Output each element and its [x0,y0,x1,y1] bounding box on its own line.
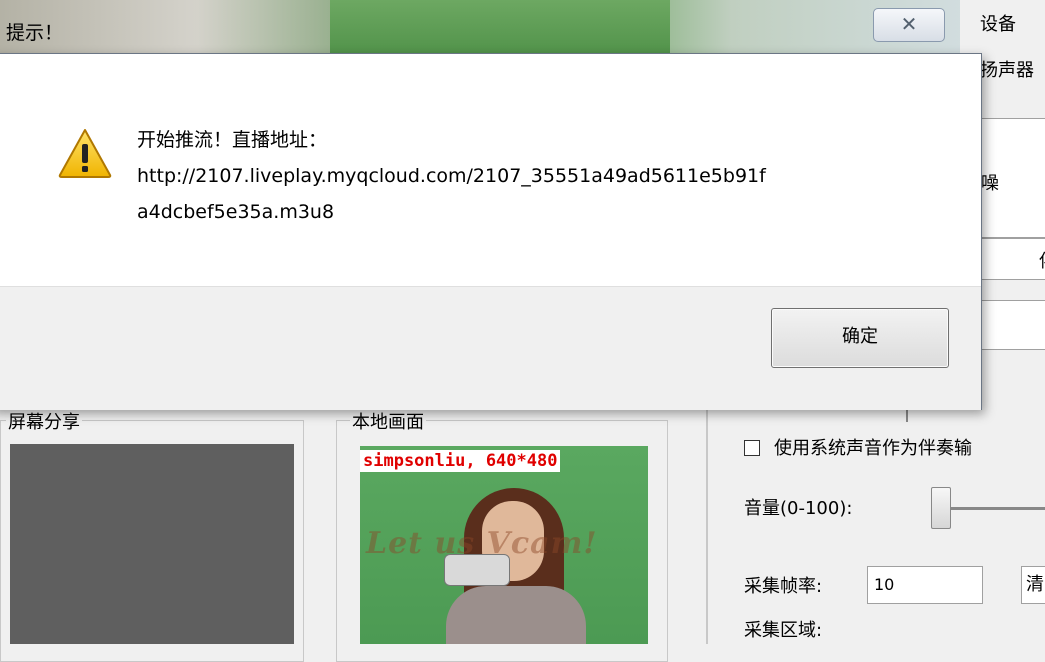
system-audio-label: 使用系统声音作为伴奏输 [774,438,972,459]
screen-share-preview [10,444,294,644]
accompany-label: 伴 [1039,247,1045,273]
local-view-label: 本地画面 [350,408,426,434]
dialog-message: 开始推流！直播地址： http://2107.liveplay.myqcloud… [137,122,897,230]
volume-label: 音量(0-100): [744,498,853,519]
noise-label: 噪 [981,173,999,194]
noise-panel: 噪 [980,118,1045,238]
local-video-preview: Let us Vcam! simpsonliu, 640*480 [360,446,648,644]
message-dialog: 开始推流！直播地址： http://2107.liveplay.myqcloud… [0,53,982,410]
message-line-1: 开始推流！直播地址： [137,129,328,151]
warning-icon [58,129,112,178]
titlebar-background-image-green [330,0,670,60]
volume-slider-track[interactable] [950,507,1045,510]
video-caption: simpsonliu, 640*480 [360,450,561,472]
speaker-label: 扬声器 [980,60,1034,81]
volume-slider-thumb[interactable] [931,487,951,529]
fps-label: 采集帧率: [744,576,823,597]
settings-divider [706,396,708,644]
message-line-2: http://2107.liveplay.myqcloud.com/2107_3… [137,165,766,187]
device-label: 设备 [980,14,1016,35]
screen-share-label: 屏幕分享 [6,408,82,434]
window-title: 提示！ [6,22,64,44]
close-button[interactable]: ✕ [873,8,945,42]
capture-area-label: 采集区域: [744,620,823,641]
video-watermark: Let us Vcam! [366,526,598,561]
app-titlebar: 提示！ ✕ [0,0,1045,60]
system-audio-checkbox[interactable] [744,440,760,456]
message-line-3: a4dcbef5e35a.m3u8 [137,201,335,223]
video-person-body [446,586,586,644]
fps-input[interactable]: 10 [867,566,983,604]
dialog-content: 开始推流！直播地址： http://2107.liveplay.myqcloud… [0,54,981,286]
speaker-row[interactable]: 扬声器 [980,48,1045,94]
close-icon: ✕ [900,12,918,36]
accompany-button[interactable]: 伴 [980,238,1045,280]
quality-select[interactable]: 清 [1021,566,1045,604]
ok-button[interactable]: 确定 [771,308,949,368]
right-input-field[interactable] [980,300,1045,350]
